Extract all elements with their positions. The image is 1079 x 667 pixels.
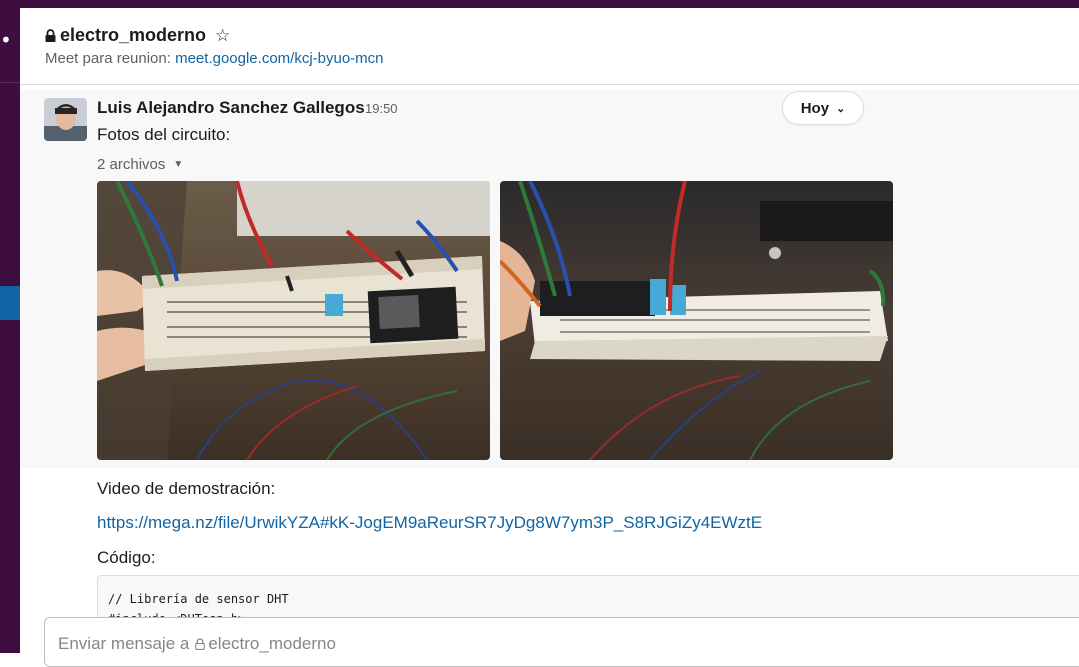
code-line-1: // Librería de sensor DHT [108, 592, 289, 606]
channel-header: electro_moderno ☆ Meet para reunion: mee… [20, 8, 1079, 85]
caret-down-icon: ▼ [173, 159, 184, 170]
lock-icon [195, 638, 206, 650]
files-count: 2 archivos [97, 156, 166, 173]
message-composer[interactable]: Enviar mensaje a electro_moderno [44, 617, 1079, 667]
top-bar [0, 0, 1079, 8]
date-divider-button[interactable]: Hoy ⌄ [782, 91, 864, 125]
message-author[interactable]: Luis Alejandro Sanchez Gallegos [97, 98, 365, 118]
sidebar-edge-icon: • [0, 28, 12, 52]
circuit-photo-1[interactable] [97, 181, 490, 460]
circuit-photo-2[interactable] [500, 181, 893, 460]
composer-placeholder: Enviar mensaje a electro_moderno [58, 634, 336, 654]
composer-placeholder-prefix: Enviar mensaje a [58, 634, 190, 653]
channel-title[interactable]: electro_moderno ☆ [45, 25, 230, 46]
message-text: Fotos del circuito: [97, 125, 231, 144]
channel-name: electro_moderno [60, 25, 207, 45]
date-divider-label: Hoy [800, 99, 830, 117]
message-timestamp[interactable]: 19:50 [365, 101, 398, 116]
sidebar-divider [0, 82, 20, 83]
video-link[interactable]: https://mega.nz/file/UrwikYZA#kK-JogEM9a… [97, 513, 762, 533]
avatar[interactable] [44, 98, 87, 141]
files-toggle[interactable]: 2 archivos ▼ [97, 156, 183, 173]
video-label: Video de demostración: [97, 479, 276, 498]
topic-label: Meet para reunion: [45, 50, 171, 67]
sidebar: • [0, 0, 20, 653]
lock-icon [45, 29, 56, 42]
sidebar-active-item[interactable] [0, 286, 20, 320]
topic-link[interactable]: meet.google.com/kcj-byuo-mcn [175, 50, 383, 67]
code-label: Código: [97, 548, 156, 567]
channel-topic: Meet para reunion: meet.google.com/kcj-b… [45, 50, 384, 67]
star-icon[interactable]: ☆ [215, 26, 230, 46]
chevron-down-icon: ⌄ [836, 102, 846, 115]
composer-placeholder-channel: electro_moderno [208, 634, 336, 653]
